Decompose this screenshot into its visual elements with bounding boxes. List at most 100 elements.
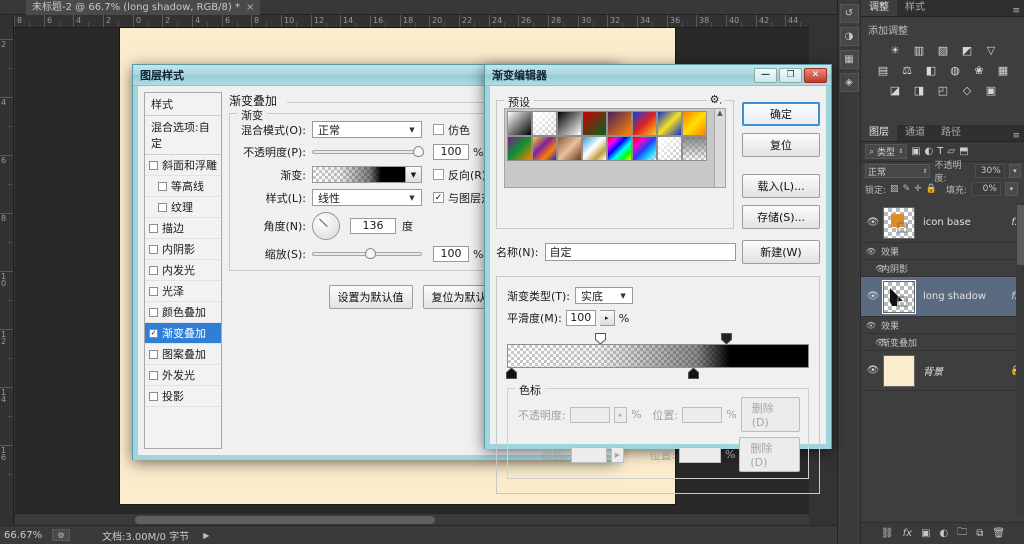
history-icon[interactable]: ↺ [840,4,859,23]
opacity-stop-2[interactable] [721,333,732,344]
threshold-icon[interactable]: ◰ [936,83,951,98]
dither-checkbox[interactable] [433,124,444,135]
preset-swatch-spectrum[interactable] [607,136,632,161]
checkbox-icon[interactable] [149,308,158,317]
maximize-icon[interactable]: ❐ [779,68,802,83]
checkbox-icon[interactable] [149,266,158,275]
channel-mixer-icon[interactable]: ❀ [972,63,987,78]
opacity-stop-1[interactable] [595,333,606,344]
stop-opacity-input[interactable] [570,407,610,423]
layer-effects-group[interactable]: 👁 效果 [861,317,1024,334]
layer-thumbnail[interactable] [883,281,915,313]
angle-dial[interactable] [312,212,340,240]
new-adjustment-icon[interactable]: ◐ [940,528,949,539]
horizontal-ruler[interactable]: 8642024681012141618202224262830323436384… [14,15,809,28]
style-item-outer-glow[interactable]: 外发光 [145,365,221,386]
scrollbar-thumb[interactable] [1017,205,1024,265]
eye-icon[interactable]: 👁 [861,247,881,256]
eye-icon[interactable]: 👁 [861,264,881,273]
delete-layer-icon[interactable]: 🗑 [992,528,1005,539]
preset-swatch-copper[interactable] [557,136,582,161]
stop-location-input-2[interactable] [679,447,721,463]
eye-icon[interactable]: 👁 [863,217,883,228]
color-icon[interactable]: ◑ [840,27,859,46]
stop-opacity-dropdown-icon[interactable]: ▸ [614,407,627,423]
color-balance-icon[interactable]: ⚖ [900,63,915,78]
eye-icon[interactable]: 👁 [863,291,883,302]
style-item-color-overlay[interactable]: 颜色叠加 [145,302,221,323]
gradient-bar[interactable] [507,344,809,368]
lock-transparency-icon[interactable]: ▨ [890,184,899,194]
style-item-texture[interactable]: 纹理 [145,197,221,218]
close-icon[interactable]: ✕ [804,68,827,83]
reset-button[interactable]: 复位 [742,133,820,157]
preset-swatch-orange-yellow-orange[interactable] [682,111,707,136]
opacity-value[interactable]: 100 [433,144,469,160]
panel-menu-icon[interactable]: ≡ [1012,6,1020,16]
panel-menu-icon[interactable]: ≡ [1012,131,1020,141]
align-with-layer-checkbox[interactable]: ✓ [433,192,444,203]
swatches-icon[interactable]: ▦ [840,50,859,69]
checkbox-icon[interactable] [149,161,158,170]
color-lookup-icon[interactable]: ▦ [996,63,1011,78]
checkbox-icon[interactable] [158,203,167,212]
preset-swatch-chrome[interactable] [582,136,607,161]
preset-scrollbar[interactable]: ▲ [714,109,725,187]
blend-mode-select[interactable]: 正常 ⇕ [865,164,930,178]
exposure-icon[interactable]: ◩ [960,43,975,58]
posterize-icon[interactable]: ◨ [912,83,927,98]
preset-swatch-transparent-rainbow[interactable] [632,136,657,161]
add-fx-icon[interactable]: fx [903,528,912,539]
gradient-type-combo[interactable]: 实底 ▼ [575,287,633,304]
scale-slider[interactable] [312,252,422,256]
slider-knob[interactable] [413,146,424,157]
save-button[interactable]: 存储(S)... [742,205,820,229]
chevron-down-icon[interactable]: ▼ [405,122,419,137]
layer-row-background[interactable]: 👁 背景 🔒 [861,351,1024,391]
angle-value[interactable]: 136 [350,218,396,234]
ok-button[interactable]: 确定 [742,102,820,126]
layer-filter-type[interactable]: ⌕ 类型 ⇕ [865,144,907,159]
shape-filter-icon[interactable]: ▱ [947,146,955,157]
preset-swatch-violet-green-orange[interactable] [507,136,532,161]
style-list[interactable]: 样式 混合选项:自定 斜面和浮雕 等高线 纹理 [144,92,222,449]
opacity-value[interactable]: 30% [975,164,1005,178]
style-item-gradient-overlay[interactable]: ✓ 渐变叠加 [145,323,221,344]
brightness-icon[interactable]: ☀ [888,43,903,58]
hue-saturation-icon[interactable]: ▤ [876,63,891,78]
blending-options-item[interactable]: 混合选项:自定 [145,116,221,155]
stop-color-dropdown-icon[interactable]: ▶ [611,447,624,463]
style-item-bevel[interactable]: 斜面和浮雕 [145,155,221,176]
checkbox-icon[interactable] [149,245,158,254]
layers-scrollbar[interactable] [1016,203,1024,515]
gradient-style-combo[interactable]: 线性 ▼ [312,189,422,206]
chevron-down-icon[interactable]: ▼ [616,288,630,303]
eye-icon[interactable]: 👁 [861,338,881,347]
levels-icon[interactable]: ▥ [912,43,927,58]
layer-effect-item[interactable]: 👁 内阴影 [861,260,1024,277]
vertical-ruler[interactable]: 246810121416 [0,15,14,524]
color-stop-2[interactable] [688,368,699,379]
tab-channels[interactable]: 通道 [897,124,933,141]
preset-swatch-violet-orange[interactable] [607,111,632,136]
slider-knob[interactable] [365,248,376,259]
scroll-up-icon[interactable]: ▲ [715,109,725,117]
style-item-inner-glow[interactable]: 内发光 [145,260,221,281]
checkbox-icon[interactable] [158,182,167,191]
style-item-stroke[interactable]: 描边 [145,218,221,239]
preview-options-icon[interactable]: ⚙ [52,529,70,541]
gradient-name-input[interactable]: 自定 [545,243,736,261]
load-button[interactable]: 载入(L)... [742,174,820,198]
layer-effects-group[interactable]: 👁 效果 [861,243,1024,260]
style-item-satin[interactable]: 光泽 [145,281,221,302]
checkbox-icon[interactable] [149,350,158,359]
style-item-pattern-overlay[interactable]: 图案叠加 [145,344,221,365]
layer-row-icon-base[interactable]: 👁 icon base fx [861,203,1024,243]
delete-opacity-stop-button[interactable]: 删除(D) [741,397,800,432]
tab-layers[interactable]: 图层 [861,124,897,141]
photo-filter-icon[interactable]: ◍ [948,63,963,78]
gradient-editor-dialog[interactable]: 渐变编辑器 — ❐ ✕ 预设 ⚙, ▲ [484,64,832,449]
add-mask-icon[interactable]: ▣ [921,528,930,539]
set-as-default-button[interactable]: 设置为默认值 [329,285,413,309]
preset-swatch-blue-yellow-blue[interactable] [657,111,682,136]
